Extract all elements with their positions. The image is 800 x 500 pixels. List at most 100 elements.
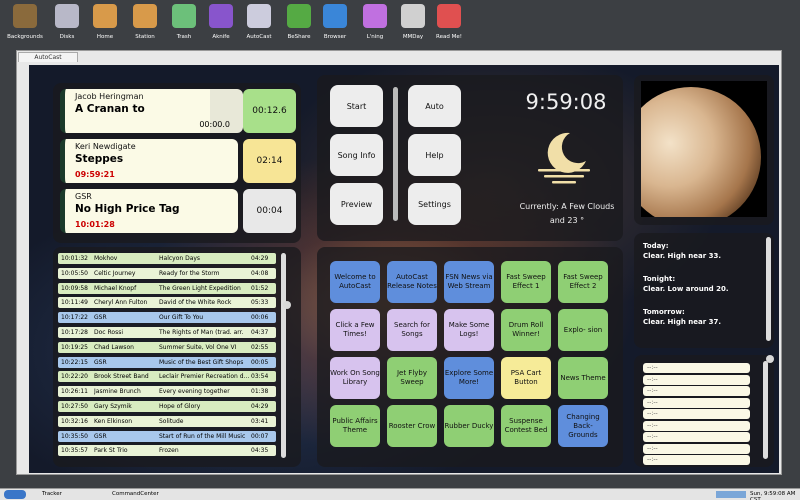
log-title: Our Gift To You [159, 314, 204, 322]
taskbar-item-tracker[interactable]: Tracker [42, 491, 62, 497]
cart-button[interactable]: PSA Cart Button [501, 357, 551, 399]
slot-row[interactable]: --:-- [643, 443, 750, 454]
log-title: The Green Light Expedition [159, 284, 241, 292]
log-row[interactable]: 10:05:50 Celtic Journey Ready for the Stor… [58, 267, 276, 279]
cart-button[interactable]: AutoCast Release Notes [387, 261, 437, 303]
log-artist: Jasmine Brunch [94, 388, 141, 396]
slot-row[interactable]: --:-- [643, 409, 750, 419]
log-time: 10:11:49 [61, 299, 88, 307]
cart-button[interactable]: Changing Back- Grounds [558, 405, 608, 447]
slot-row[interactable]: --:-- [643, 420, 750, 431]
desktop-icon-label: L'ning [366, 34, 384, 40]
deskbar-logo-icon[interactable] [4, 490, 26, 499]
desktop-icon-3[interactable]: Station [124, 4, 166, 40]
desktop-icon-8[interactable]: Browser [314, 4, 356, 40]
slot-row[interactable]: --:-- [643, 432, 750, 442]
log-row[interactable]: 10:17:28 Doc Rossi The Rights of Man (trad… [58, 327, 276, 338]
cart-button[interactable]: Public Affairs Theme [330, 405, 380, 447]
log-dur: 00:06 [251, 314, 269, 322]
track-counter[interactable]: 00:12.6 [243, 89, 296, 133]
slots-scrollbar[interactable] [763, 361, 768, 459]
track-title: No High Price Tag [75, 203, 180, 215]
cart-button[interactable]: Suspense Contest Bed [501, 405, 551, 447]
cart-button[interactable]: Search for Songs [387, 309, 437, 351]
log-time: 10:17:22 [61, 314, 88, 322]
tower-icon [247, 4, 271, 28]
planet-image [641, 81, 767, 217]
log-row[interactable]: 10:35:57 Park St Trio Frozen 04:35 [58, 445, 276, 457]
cart-button[interactable]: Click a Few Times! [330, 309, 380, 351]
log-row[interactable]: 10:19:25 Chad Lawson Summer Suite, Vol One… [58, 341, 276, 353]
document-icon [401, 4, 425, 28]
log-row[interactable]: 10:01:32 Mokhov Halcyon Days 04:29 [58, 253, 276, 264]
log-scrollbar[interactable] [281, 253, 286, 458]
cart-button[interactable]: Work On Song Library [330, 357, 380, 399]
cart-button[interactable]: Jet Flyby Sweep [387, 357, 437, 399]
cart-button[interactable]: Rubber Ducky [444, 405, 494, 447]
song-info-button[interactable]: Song Info [330, 134, 383, 176]
help-button[interactable]: Help [408, 134, 461, 176]
log-time: 10:17:28 [61, 329, 88, 336]
log-row[interactable]: 10:09:58 Michael Knopf The Green Light Exp… [58, 282, 276, 294]
track-card[interactable]: Jacob Heringman A Cranan to 00:00.0 [60, 89, 243, 133]
log-row[interactable]: 10:22:20 Brook Street Band Leclair Premier… [58, 371, 276, 383]
cart-button[interactable]: Rooster Crow [387, 405, 437, 447]
log-scroll-knob[interactable] [283, 301, 291, 309]
forecast-scrollbar[interactable] [766, 237, 771, 341]
track-card[interactable]: GSR No High Price Tag 10:01:28 [60, 189, 238, 233]
trash-icon [172, 4, 196, 28]
log-artist: Doc Rossi [94, 329, 123, 336]
desktop-icon-0[interactable]: Backgrounds [4, 4, 46, 40]
cart-button[interactable]: Welcome to AutoCast [330, 261, 380, 303]
cart-button[interactable]: Drum Roll Winner! [501, 309, 551, 351]
preview-button[interactable]: Preview [330, 183, 383, 225]
auto-button[interactable]: Auto [408, 85, 461, 127]
log-artist: Chad Lawson [94, 343, 134, 351]
desktop-icon-9[interactable]: L'ning [354, 4, 396, 40]
slot-row[interactable]: --:-- [643, 386, 750, 396]
desktop-icon-4[interactable]: Trash [163, 4, 205, 40]
log-row[interactable]: 10:32:16 Ken Elkinson Solitude 03:41 [58, 415, 276, 427]
cart-button[interactable]: Fast Sweep Effect 2 [558, 261, 608, 303]
forecast-text: Clear. High near 33. [643, 252, 721, 260]
settings-button[interactable]: Settings [408, 183, 461, 225]
log-dur: 00:05 [251, 358, 269, 366]
cart-button[interactable]: FSN News via Web Stream [444, 261, 494, 303]
log-row[interactable]: 10:27:50 Gary Szymik Hope of Glory 04:29 [58, 401, 276, 412]
cart-button[interactable]: News Theme [558, 357, 608, 399]
log-dur: 03:41 [251, 417, 269, 425]
slot-row[interactable]: --:-- [643, 374, 750, 385]
taskbar-item-commandcenter[interactable]: CommandCenter [112, 491, 159, 497]
log-dur: 04:35 [251, 447, 269, 455]
desktop-icon-5[interactable]: Aknife [200, 4, 242, 40]
volume-slider[interactable] [393, 87, 398, 221]
cart-button[interactable]: Explo- sion [558, 309, 608, 351]
slot-row[interactable]: --:-- [643, 363, 750, 373]
slot-row[interactable]: --:-- [643, 455, 750, 465]
window-tab[interactable]: AutoCast [18, 52, 78, 62]
disks-icon [55, 4, 79, 28]
log-row[interactable]: 10:26:11 Jasmine Brunch Every evening toge… [58, 386, 276, 398]
desktop-icon-label: Browser [323, 34, 347, 40]
log-row[interactable]: 10:17:22 GSR Our Gift To You 00:06 [58, 312, 276, 324]
cart-button[interactable]: Fast Sweep Effect 1 [501, 261, 551, 303]
desktop-icon-11[interactable]: Read Me! [428, 4, 470, 40]
cart-button[interactable]: Explore Some More! [444, 357, 494, 399]
desktop-icon-2[interactable]: Home [84, 4, 126, 40]
log-row[interactable]: 10:35:50 GSR Start of Run of the Mill Musi… [58, 430, 276, 442]
cart-button[interactable]: Make Some Logs! [444, 309, 494, 351]
desktop-icon-1[interactable]: Disks [46, 4, 88, 40]
track-card[interactable]: Keri Newdigate Steppes 09:59:21 [60, 139, 238, 183]
weather-conditions: Currently: A Few Clouds and 23 ° [519, 202, 615, 225]
log-artist: Park St Trio [94, 447, 128, 455]
track-counter[interactable]: 02:14 [243, 139, 296, 183]
start-button[interactable]: Start [330, 85, 383, 127]
log-row[interactable]: 10:22:15 GSR Music of the Best Gift Shops 0… [58, 356, 276, 368]
track-counter[interactable]: 00:04 [243, 189, 296, 233]
desktop-icon-6[interactable]: AutoCast [238, 4, 280, 40]
slots-scroll-knob[interactable] [766, 355, 774, 363]
log-row[interactable]: 10:11:49 Cheryl Ann Fulton David of the Wh… [58, 297, 276, 309]
taskbar: Tracker CommandCenter Sun, 9:59:08 AM CS… [0, 488, 800, 500]
slot-row[interactable]: --:-- [643, 397, 750, 408]
log-dur: 04:37 [251, 329, 269, 336]
